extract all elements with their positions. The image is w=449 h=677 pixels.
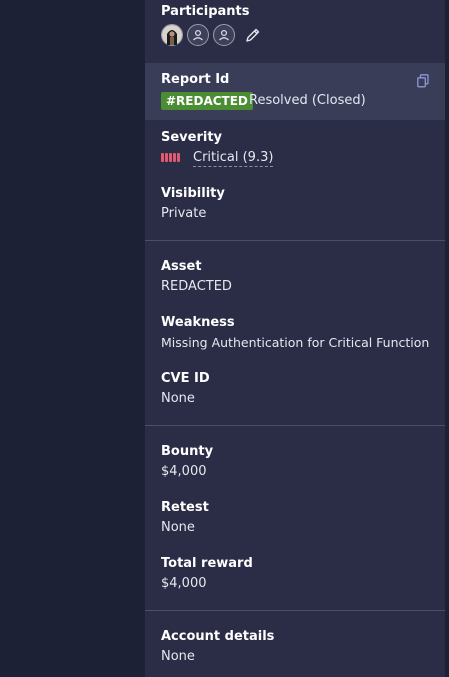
asset-label: Asset xyxy=(161,259,202,274)
participant-avatar-default[interactable] xyxy=(213,24,235,46)
user-icon xyxy=(219,29,229,41)
retest-label: Retest xyxy=(161,500,209,515)
total-reward-value: $4,000 xyxy=(161,576,207,591)
asset-value: REDACTED xyxy=(161,279,232,294)
severity-value[interactable]: Critical (9.3) xyxy=(193,150,274,167)
cve-id-value: None xyxy=(161,391,195,406)
severity-bar xyxy=(177,153,180,162)
section-divider xyxy=(145,240,445,241)
participants-label: Participants xyxy=(161,4,250,19)
severity-meter xyxy=(161,153,180,162)
total-reward-label: Total reward xyxy=(161,556,253,571)
report-id-badge: #REDACTED xyxy=(161,92,253,110)
section-divider xyxy=(145,610,445,611)
report-sidebar: Participants Report Id #REDACTED Resolve… xyxy=(145,0,445,677)
weakness-value: Missing Authentication for Critical Func… xyxy=(161,335,430,350)
participant-avatar-photo[interactable] xyxy=(161,24,183,46)
severity-label: Severity xyxy=(161,130,223,145)
bounty-value: $4,000 xyxy=(161,464,207,479)
severity-bar xyxy=(173,153,176,162)
account-details-label: Account details xyxy=(161,629,275,644)
participant-avatar-default[interactable] xyxy=(187,24,209,46)
user-photo-icon xyxy=(162,25,182,45)
cve-id-label: CVE ID xyxy=(161,371,210,386)
edit-participants-button[interactable] xyxy=(243,25,263,45)
section-divider xyxy=(145,425,445,426)
report-status: Resolved (Closed) xyxy=(249,93,366,108)
user-icon xyxy=(193,29,203,41)
report-id-label: Report Id xyxy=(161,72,230,87)
copy-icon[interactable] xyxy=(417,74,429,88)
weakness-label: Weakness xyxy=(161,315,235,330)
bounty-label: Bounty xyxy=(161,444,214,459)
left-background xyxy=(0,0,145,677)
participants-list xyxy=(161,22,263,48)
right-background xyxy=(445,0,449,677)
severity-bar xyxy=(169,153,172,162)
visibility-label: Visibility xyxy=(161,186,225,201)
severity-bar xyxy=(161,153,164,162)
pencil-icon xyxy=(246,28,260,42)
account-details-value: None xyxy=(161,649,195,664)
retest-value: None xyxy=(161,520,195,535)
severity-bar xyxy=(165,153,168,162)
visibility-value: Private xyxy=(161,206,207,221)
